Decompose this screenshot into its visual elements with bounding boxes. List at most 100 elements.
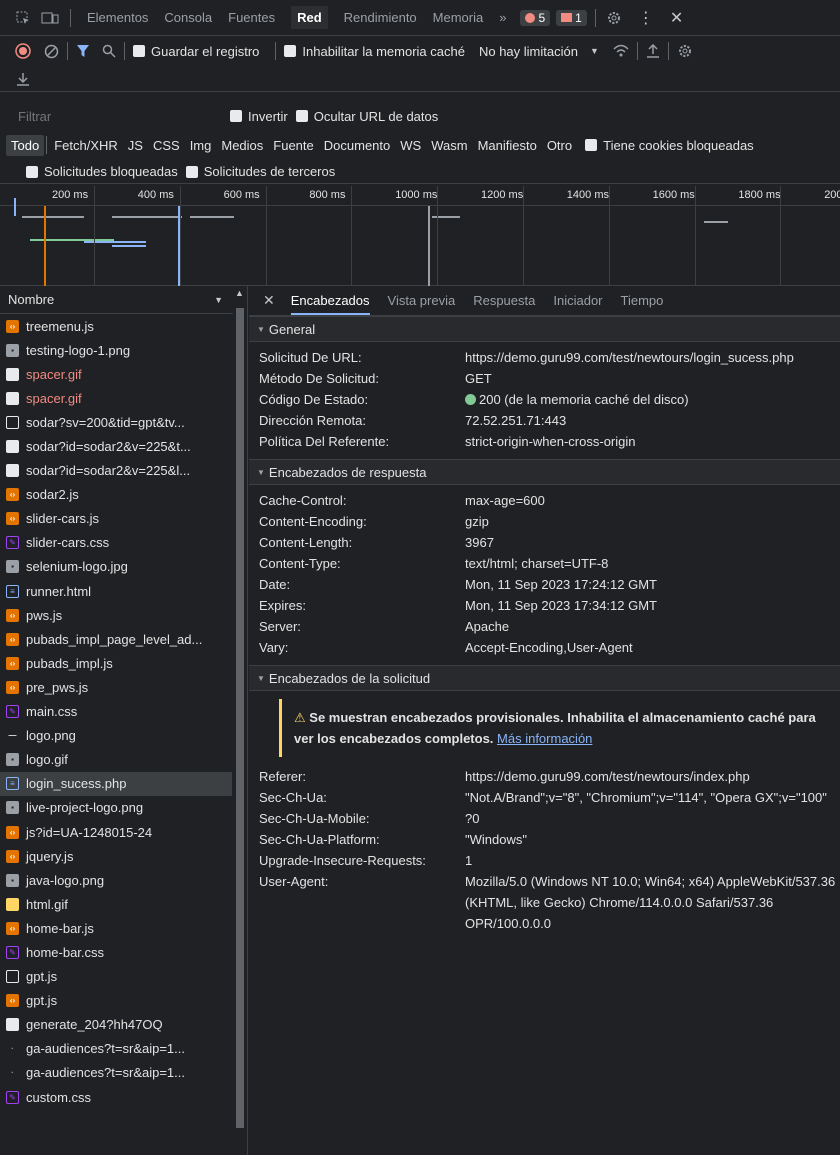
request-row[interactable]: ‹› js?id=UA-1248015-24 xyxy=(0,820,232,844)
request-row[interactable]: html.gif xyxy=(0,892,232,916)
request-row[interactable]: ▪ logo.gif xyxy=(0,748,232,772)
request-row[interactable]: ≡ login_sucess.php xyxy=(0,771,232,796)
details-tab[interactable]: Iniciador xyxy=(553,293,602,308)
request-row[interactable]: ▪ selenium-logo.jpg xyxy=(0,555,232,579)
details-tab[interactable]: Vista previa xyxy=(388,293,456,308)
request-row[interactable]: ✎ slider-cars.css xyxy=(0,531,232,555)
general-section-header[interactable]: ▼ General xyxy=(249,316,840,342)
scroll-up-arrow-icon[interactable]: ▲ xyxy=(235,288,244,298)
devtools-tab[interactable]: Memoria xyxy=(433,10,484,25)
request-row[interactable]: ▪ java-logo.png xyxy=(0,868,232,892)
clear-icon[interactable] xyxy=(44,44,59,59)
request-row[interactable]: ‹› pubads_impl.js xyxy=(0,651,232,675)
resource-type-filter[interactable]: Otro xyxy=(542,135,577,156)
close-icon[interactable]: ✕ xyxy=(670,8,683,28)
resource-type-filter[interactable]: Manifiesto xyxy=(473,135,542,156)
request-row[interactable]: ✎ custom.css xyxy=(0,1085,232,1109)
resource-type-filter[interactable]: Fuente xyxy=(268,135,318,156)
header-value[interactable]: Apache xyxy=(465,616,840,637)
request-row[interactable]: spacer.gif xyxy=(0,362,232,386)
inspect-element-icon[interactable] xyxy=(14,11,32,25)
request-list-scrollbar[interactable]: ▲ xyxy=(233,286,247,1155)
resource-type-filter[interactable]: CSS xyxy=(148,135,185,156)
request-row[interactable]: spacer.gif xyxy=(0,386,232,410)
export-har-icon[interactable] xyxy=(16,72,30,86)
request-row[interactable]: ▪ testing-logo-1.png xyxy=(0,338,232,362)
request-row[interactable]: generate_204?hh47OQ xyxy=(0,1013,232,1037)
dropdown-triangle-icon[interactable]: ▼ xyxy=(590,46,599,56)
third-party-checkbox[interactable] xyxy=(185,165,198,178)
request-row[interactable]: ✎ home-bar.css xyxy=(0,940,232,964)
devtools-tab[interactable]: Fuentes xyxy=(228,10,275,25)
blocked-requests-checkbox[interactable] xyxy=(26,165,38,178)
request-row[interactable]: sodar?id=sodar2&v=225&l... xyxy=(0,459,232,483)
throttling-select[interactable]: No hay limitación xyxy=(479,44,578,59)
resource-type-filter[interactable]: Documento xyxy=(319,135,395,156)
header-value[interactable]: https://demo.guru99.com/test/newtours/in… xyxy=(465,766,840,787)
request-row[interactable]: ‹› home-bar.js xyxy=(0,916,232,940)
scrollbar-thumb[interactable] xyxy=(236,308,244,1128)
disable-cache-checkbox[interactable] xyxy=(284,45,297,57)
request-headers-section-header[interactable]: ▼ Encabezados de la solicitud xyxy=(249,665,840,691)
devtools-tab[interactable]: Rendimiento xyxy=(344,10,417,25)
devtools-tab[interactable]: Red xyxy=(291,6,328,29)
resource-type-filter[interactable]: Fetch/XHR xyxy=(49,135,123,156)
resource-type-filter[interactable]: Medios xyxy=(216,135,268,156)
import-har-icon[interactable] xyxy=(646,44,660,58)
request-row[interactable]: ‹› jquery.js xyxy=(0,844,232,868)
header-value[interactable]: 1 xyxy=(465,850,840,871)
resource-type-filter[interactable]: Wasm xyxy=(426,135,472,156)
request-row[interactable]: ‹› pws.js xyxy=(0,603,232,627)
network-conditions-icon[interactable] xyxy=(613,44,629,58)
status-code-value[interactable]: 200 (de la memoria caché del disco) xyxy=(465,389,840,410)
request-row[interactable]: ≡ runner.html xyxy=(0,579,232,603)
header-value[interactable]: 3967 xyxy=(465,532,840,553)
header-value[interactable]: strict-origin-when-cross-origin xyxy=(465,431,840,452)
settings-gear-icon[interactable] xyxy=(606,10,622,26)
error-badge[interactable]: 5 xyxy=(520,9,551,26)
header-value[interactable]: https://demo.guru99.com/test/newtours/lo… xyxy=(465,347,840,368)
request-row[interactable]: ✎ main.css xyxy=(0,700,232,724)
request-row[interactable]: ▪ live-project-logo.png xyxy=(0,796,232,820)
details-tab[interactable]: Encabezados xyxy=(290,293,370,315)
request-row[interactable]: sodar?id=sodar2&v=225&t... xyxy=(0,434,232,458)
resource-type-filter[interactable]: Todo xyxy=(6,134,45,156)
response-headers-section-header[interactable]: ▼ Encabezados de respuesta xyxy=(249,459,840,485)
resource-type-filter[interactable]: WS xyxy=(395,135,426,156)
request-row[interactable]: ‹› pre_pws.js xyxy=(0,675,232,699)
request-row[interactable]: · ga-audiences?t=sr&aip=1... xyxy=(0,1061,232,1085)
request-row[interactable]: ‹› pubads_impl_page_level_ad... xyxy=(0,627,232,651)
request-row[interactable]: · ga-audiences?t=sr&aip=1... xyxy=(0,1037,232,1061)
network-overview-timeline[interactable]: 200 ms 400 ms 600 ms 800 ms 1000 ms 1200 ms 14… xyxy=(0,186,840,286)
request-row[interactable]: ‹› treemenu.js xyxy=(0,314,232,338)
close-details-icon[interactable]: ✕ xyxy=(263,292,275,309)
header-value[interactable]: Mon, 11 Sep 2023 17:24:12 GMT xyxy=(465,574,840,595)
devtools-tab[interactable]: Consola xyxy=(164,10,212,25)
network-settings-gear-icon[interactable] xyxy=(677,43,693,59)
filter-funnel-icon[interactable] xyxy=(76,44,90,58)
request-row[interactable]: gpt.js xyxy=(0,965,232,989)
header-value[interactable]: GET xyxy=(465,368,840,389)
header-value[interactable]: gzip xyxy=(465,511,840,532)
request-row[interactable]: ‹› sodar2.js xyxy=(0,483,232,507)
more-options-icon[interactable]: ⋮ xyxy=(638,8,654,28)
header-value[interactable]: 72.52.251.71:443 xyxy=(465,410,840,431)
details-tab[interactable]: Respuesta xyxy=(473,293,535,308)
search-icon[interactable] xyxy=(102,44,116,58)
name-column-header[interactable]: Nombre ▼ xyxy=(0,286,247,314)
sort-triangle-icon[interactable]: ▼ xyxy=(214,295,223,305)
request-row[interactable]: ‹› slider-cars.js xyxy=(0,507,232,531)
more-info-link[interactable]: Más información xyxy=(497,731,592,746)
record-icon[interactable] xyxy=(14,43,32,59)
header-value[interactable]: text/html; charset=UTF-8 xyxy=(465,553,840,574)
header-value[interactable]: Mozilla/5.0 (Windows NT 10.0; Win64; x64… xyxy=(465,871,840,934)
resource-type-filter[interactable]: Img xyxy=(185,135,217,156)
device-toolbar-icon[interactable] xyxy=(38,11,62,25)
header-value[interactable]: Accept-Encoding,User-Agent xyxy=(465,637,840,658)
request-row[interactable]: sodar?sv=200&tid=gpt&tv... xyxy=(0,410,232,434)
header-value[interactable]: ?0 xyxy=(465,808,840,829)
header-value[interactable]: Mon, 11 Sep 2023 17:34:12 GMT xyxy=(465,595,840,616)
filter-input[interactable] xyxy=(10,106,210,126)
request-row[interactable]: ‹› gpt.js xyxy=(0,989,232,1013)
hide-data-urls-checkbox[interactable] xyxy=(295,110,308,122)
